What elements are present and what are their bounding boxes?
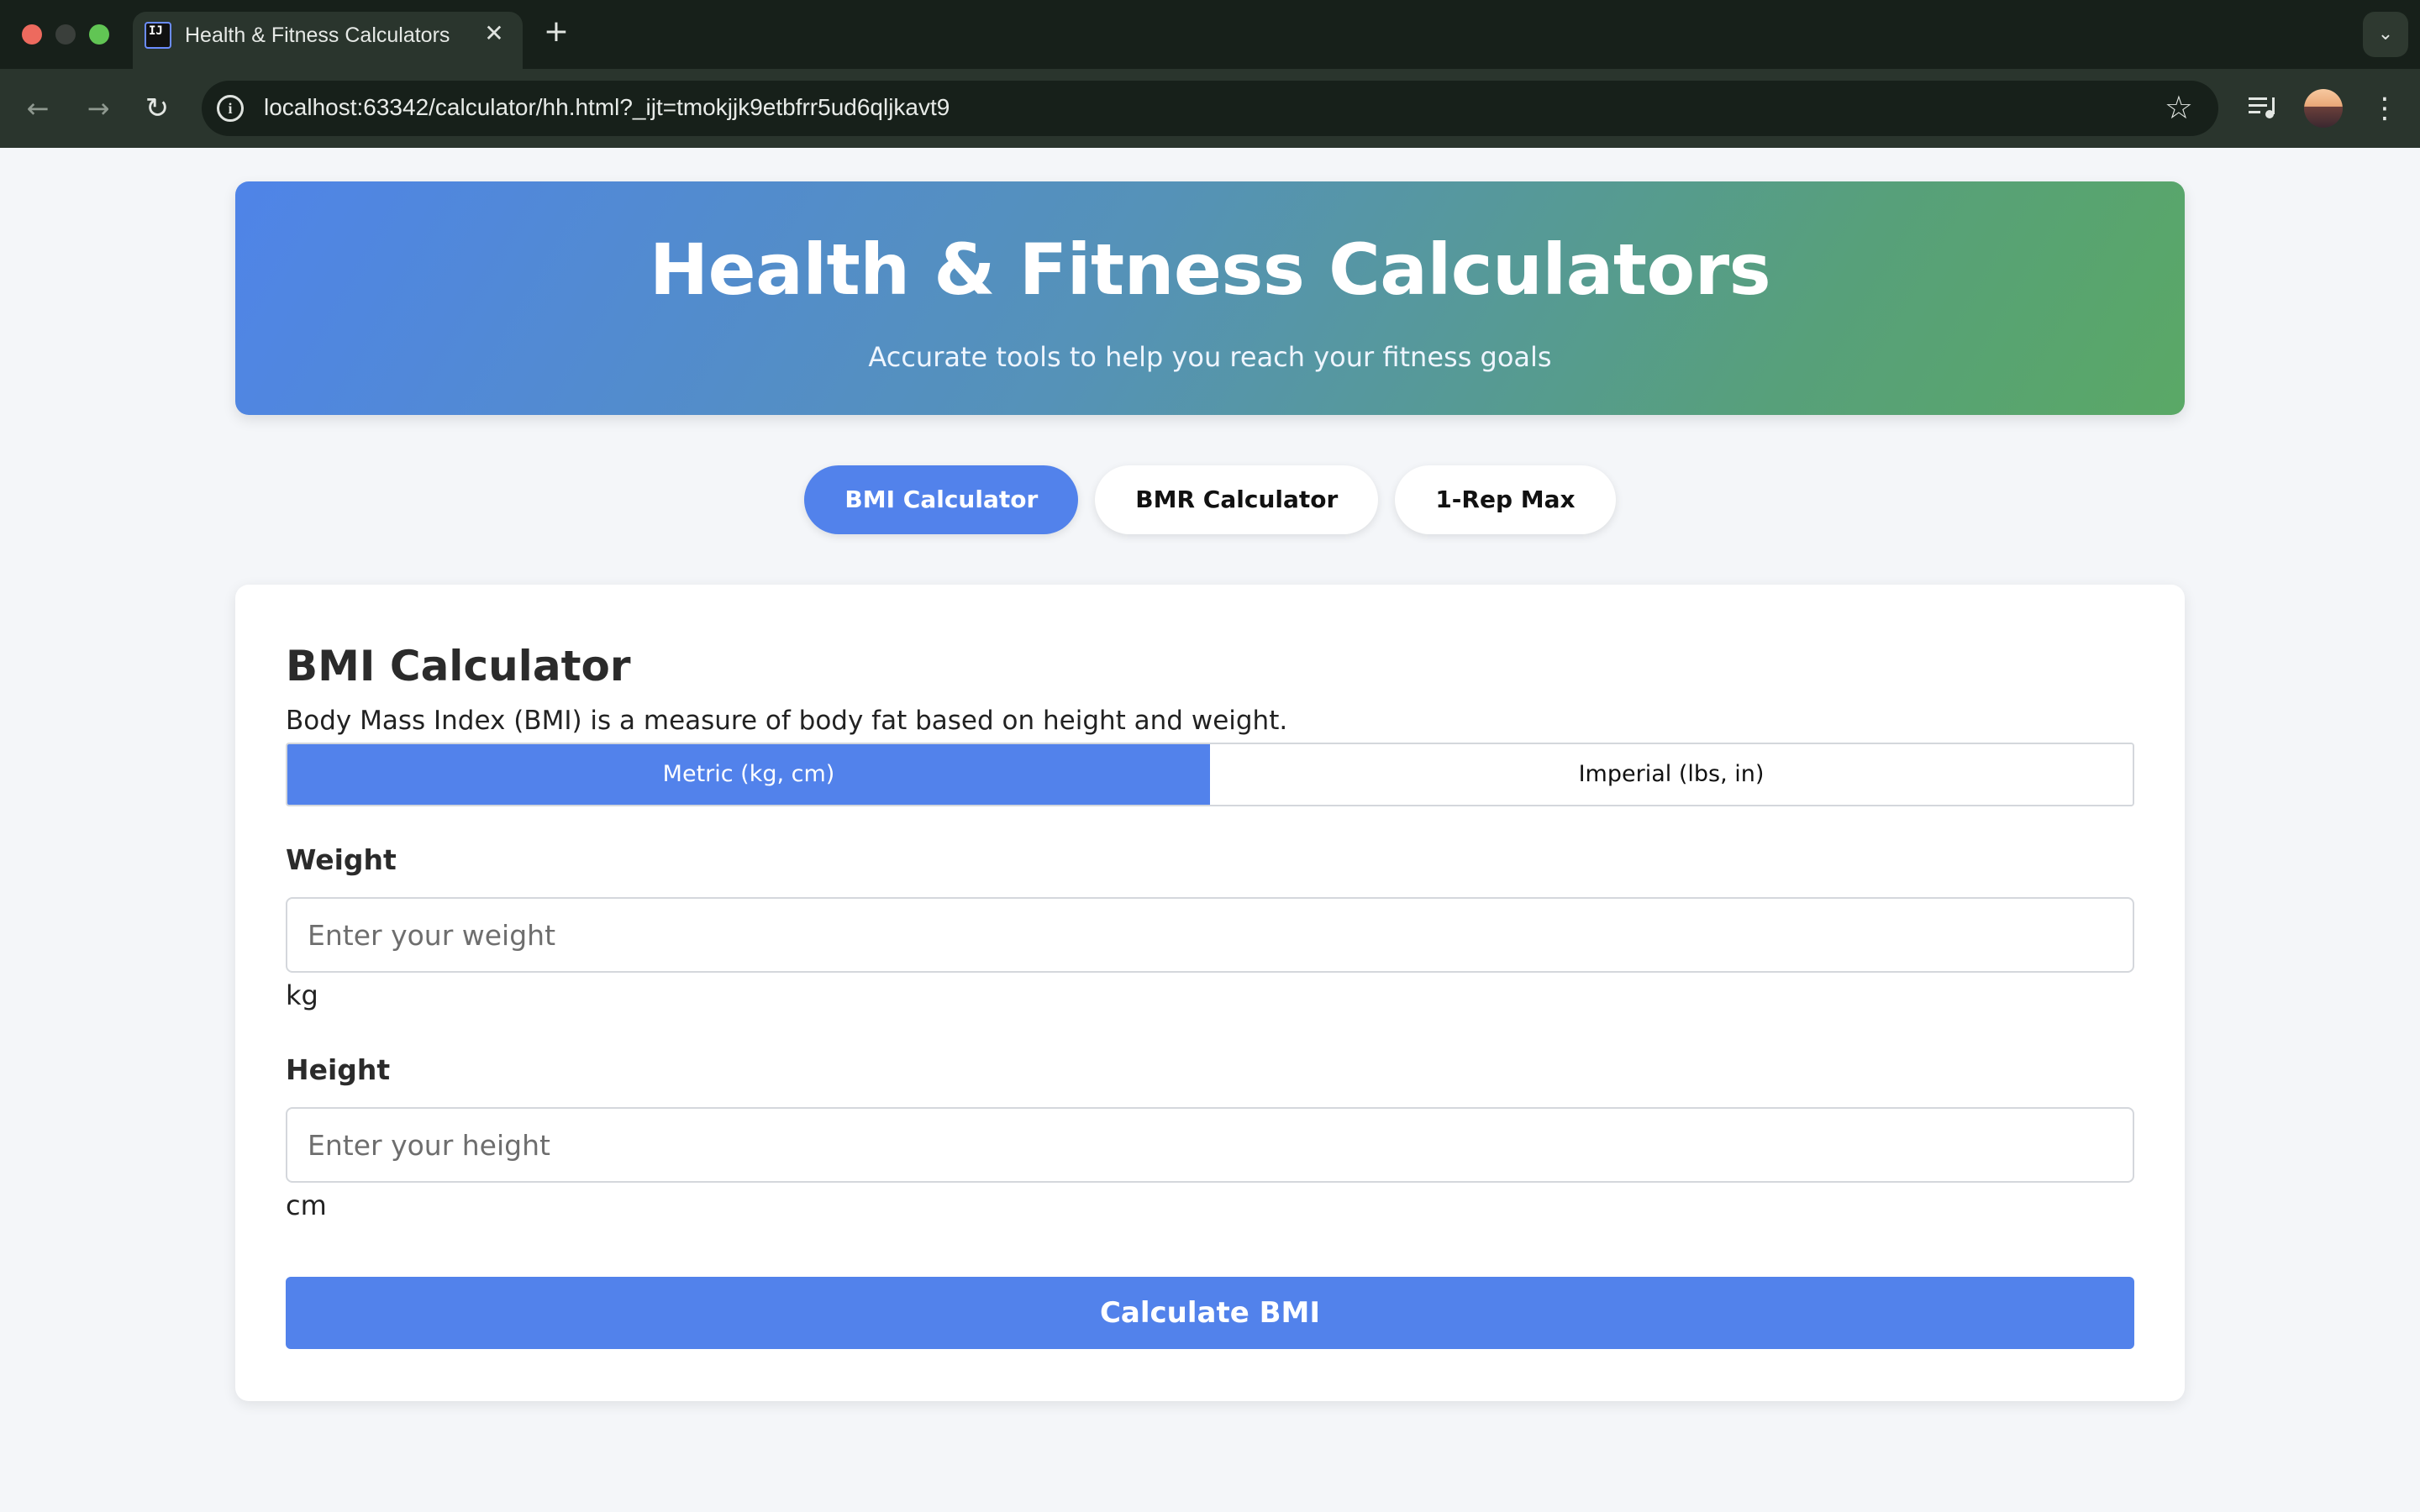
browser-titlebar: IJ Health & Fitness Calculators ✕ + ⌄: [0, 0, 2420, 69]
close-window-button[interactable]: [22, 24, 42, 45]
calculator-tabs: BMI Calculator BMR Calculator 1-Rep Max: [0, 465, 2420, 536]
weight-input[interactable]: [286, 897, 2134, 973]
reload-icon[interactable]: ↻: [136, 87, 178, 129]
tab-one-rep-max[interactable]: 1-Rep Max: [1395, 465, 1616, 534]
unit-system-toggle: Metric (kg, cm) Imperial (lbs, in): [286, 743, 2134, 806]
minimize-window-button[interactable]: [55, 24, 76, 45]
height-unit-label: cm: [286, 1189, 327, 1221]
bmi-calculator-card: BMI Calculator Body Mass Index (BMI) is …: [235, 585, 2185, 1401]
maximize-window-button[interactable]: [89, 24, 109, 45]
height-input[interactable]: [286, 1107, 2134, 1183]
media-controls-icon[interactable]: [2247, 89, 2281, 126]
forward-arrow-icon[interactable]: →: [77, 87, 119, 129]
tab-search-chevron-icon[interactable]: ⌄: [2363, 12, 2408, 57]
tab-close-icon[interactable]: ✕: [479, 18, 509, 49]
weight-unit-label: kg: [286, 979, 318, 1011]
page-subtitle: Accurate tools to help you reach your fi…: [868, 341, 1552, 373]
back-arrow-icon[interactable]: ←: [17, 87, 59, 129]
tab-bmi-calculator[interactable]: BMI Calculator: [804, 465, 1079, 534]
imperial-units-option[interactable]: Imperial (lbs, in): [1210, 744, 2133, 805]
weight-label: Weight: [286, 843, 397, 876]
hero-header: Health & Fitness Calculators Accurate to…: [235, 181, 2185, 415]
height-label: Height: [286, 1053, 391, 1086]
tab-title: Health & Fitness Calculators: [185, 24, 450, 47]
intellij-favicon-icon: IJ: [145, 22, 171, 49]
site-info-icon[interactable]: i: [217, 95, 244, 122]
url-text[interactable]: localhost:63342/calculator/hh.html?_ijt=…: [264, 94, 950, 121]
page-title: Health & Fitness Calculators: [649, 228, 1771, 311]
bookmark-star-icon[interactable]: ☆: [2165, 91, 2193, 124]
more-menu-icon[interactable]: ⋮: [2370, 87, 2400, 129]
calculate-bmi-button[interactable]: Calculate BMI: [286, 1277, 2134, 1349]
metric-units-option[interactable]: Metric (kg, cm): [287, 744, 1210, 805]
browser-tab[interactable]: IJ Health & Fitness Calculators ✕: [133, 12, 523, 69]
browser-toolbar: ← → ↻ i localhost:63342/calculator/hh.ht…: [0, 69, 2420, 148]
tab-bmr-calculator[interactable]: BMR Calculator: [1095, 465, 1379, 534]
bmi-description: Body Mass Index (BMI) is a measure of bo…: [286, 706, 1288, 736]
address-bar[interactable]: i localhost:63342/calculator/hh.html?_ij…: [202, 81, 2218, 136]
bmi-card-title: BMI Calculator: [286, 642, 631, 690]
profile-avatar[interactable]: [2304, 89, 2343, 128]
new-tab-icon[interactable]: +: [539, 15, 573, 49]
